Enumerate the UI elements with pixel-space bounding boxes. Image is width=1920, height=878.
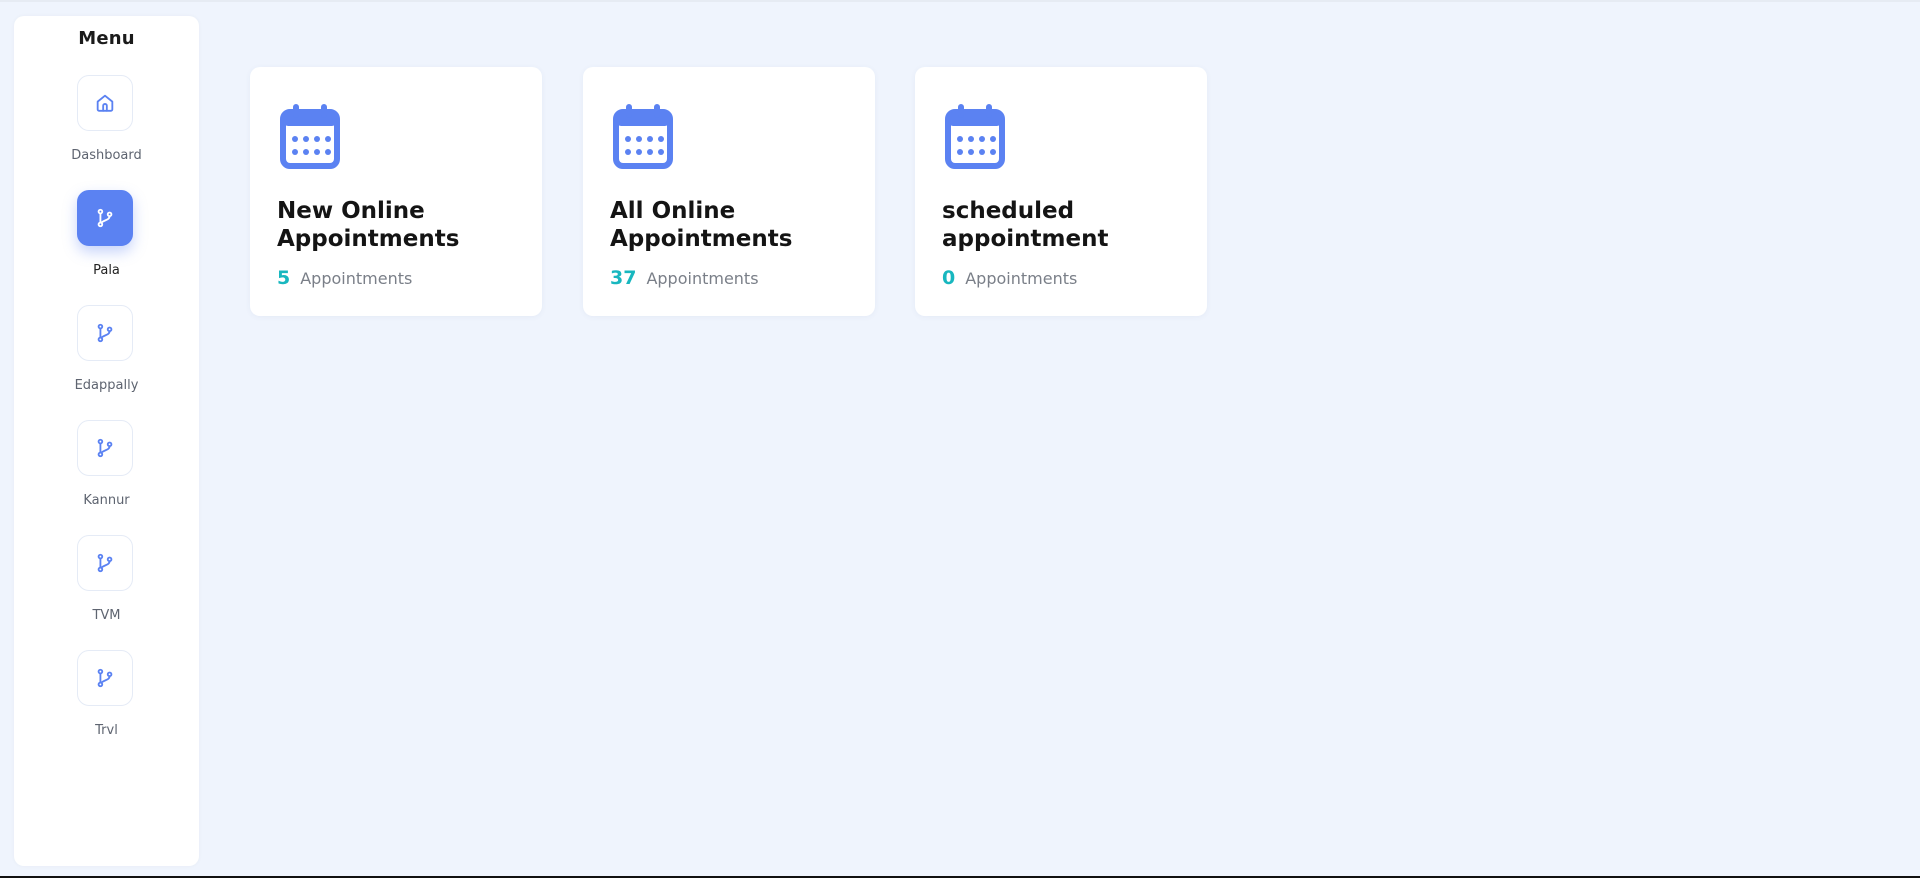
sidebar-item-label: Kannur xyxy=(83,493,130,508)
branch-icon xyxy=(97,208,113,228)
card-title: scheduled appointment xyxy=(942,198,1109,252)
home-icon xyxy=(96,94,114,112)
sidebar-item-tvm[interactable]: TVM xyxy=(14,535,199,635)
card-count-row: 5 Appointments xyxy=(277,267,412,289)
card-scheduled-appointment[interactable]: scheduled appointment 0 Appointments xyxy=(915,67,1207,316)
branch-icon xyxy=(97,553,113,573)
card-count: 5 xyxy=(277,267,291,289)
branch-icon xyxy=(97,438,113,458)
sidebar-item-trvl[interactable]: Trvl xyxy=(14,650,199,750)
sidebar-item-label: TVM xyxy=(92,608,121,623)
card-count: 37 xyxy=(610,267,637,289)
calendar-icon xyxy=(613,104,673,169)
app-frame: Menu Dashboard Pala Edappally Kannur TVM… xyxy=(0,0,1920,878)
card-count-row: 0 Appointments xyxy=(942,267,1077,289)
sidebar-item-label: Pala xyxy=(93,263,120,278)
sidebar-item-tvm-button[interactable] xyxy=(77,535,133,591)
card-title: All Online Appointments xyxy=(610,198,793,252)
sidebar: Menu Dashboard Pala Edappally Kannur TVM… xyxy=(14,16,199,866)
sidebar-item-label: Trvl xyxy=(95,723,118,738)
sidebar-item-edappally-button[interactable] xyxy=(77,305,133,361)
sidebar-item-label: Dashboard xyxy=(71,148,142,163)
sidebar-item-label: Edappally xyxy=(74,378,139,393)
sidebar-item-dashboard[interactable]: Dashboard xyxy=(14,75,199,175)
sidebar-item-kannur[interactable]: Kannur xyxy=(14,420,199,520)
menu-title: Menu xyxy=(78,28,135,49)
branch-icon xyxy=(97,668,113,688)
calendar-icon xyxy=(280,104,340,169)
card-count: 0 xyxy=(942,267,956,289)
sidebar-item-dashboard-button[interactable] xyxy=(77,75,133,131)
card-unit: Appointments xyxy=(646,269,759,288)
card-all-online-appointments[interactable]: All Online Appointments 37 Appointments xyxy=(583,67,875,316)
card-count-row: 37 Appointments xyxy=(610,267,759,289)
branch-icon xyxy=(97,323,113,343)
sidebar-item-pala[interactable]: Pala xyxy=(14,190,199,290)
card-title: New Online Appointments xyxy=(277,198,460,252)
sidebar-item-kannur-button[interactable] xyxy=(77,420,133,476)
sidebar-item-trvl-button[interactable] xyxy=(77,650,133,706)
card-unit: Appointments xyxy=(965,269,1078,288)
card-unit: Appointments xyxy=(300,269,413,288)
sidebar-item-pala-button[interactable] xyxy=(77,190,133,246)
card-new-online-appointments[interactable]: New Online Appointments 5 Appointments xyxy=(250,67,542,316)
calendar-icon xyxy=(945,104,1005,169)
sidebar-item-edappally[interactable]: Edappally xyxy=(14,305,199,405)
